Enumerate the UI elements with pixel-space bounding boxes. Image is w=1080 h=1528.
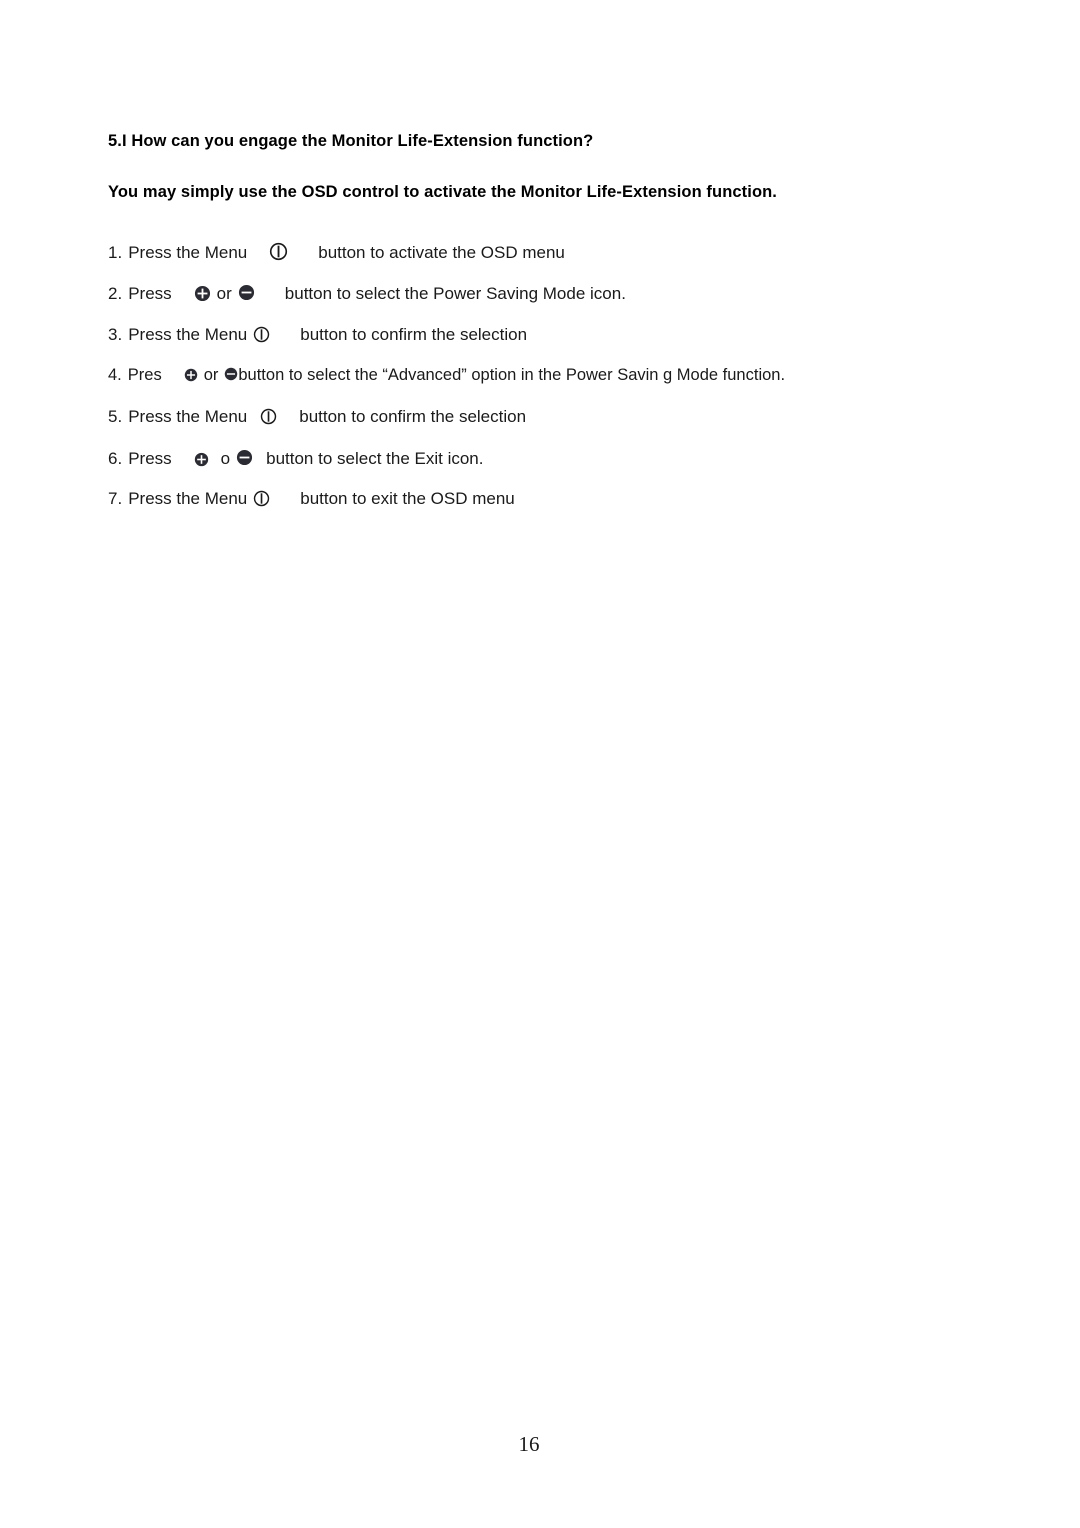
instruction-step: 5. Press the Menu button to confirm the se… <box>108 408 988 428</box>
instruction-steps-list: 1. Press the Menu button to activate the O… <box>108 242 988 510</box>
plus-circle-icon <box>184 368 198 382</box>
step-text-before: Press the Menu <box>128 243 248 262</box>
step-text-after: button to select the “Advanced” option i… <box>238 366 786 384</box>
instruction-step: 4. Pres or button to select the “Advanced” … <box>108 367 988 387</box>
page-number: 16 <box>518 1432 540 1456</box>
step-text-before: Press <box>128 284 172 303</box>
instruction-step: 3. Press the Menu button to confirm the se… <box>108 326 988 346</box>
step-text-before: Press the Menu <box>128 489 248 508</box>
step-number: 1. <box>108 243 123 262</box>
step-text-after: button to exit the OSD menu <box>300 489 515 508</box>
plus-circle-icon <box>194 285 211 302</box>
step-text-after: button to confirm the selection <box>299 407 527 426</box>
step-text-before: Press the Menu <box>128 407 248 426</box>
section-heading: 5.I How can you engage the Monitor Life-… <box>108 132 594 150</box>
menu-power-icon <box>253 490 270 507</box>
step-number: 2. <box>108 284 123 303</box>
step-number: 5. <box>108 407 123 426</box>
menu-power-icon <box>253 326 270 343</box>
instruction-step: 1. Press the Menu button to activate the O… <box>108 242 988 262</box>
step-text-before: Press <box>128 449 172 468</box>
document-page: 5.I How can you engage the Monitor Life-… <box>0 0 1080 1528</box>
minus-circle-icon <box>236 449 253 466</box>
plus-circle-icon <box>194 452 208 467</box>
menu-power-icon <box>269 242 288 261</box>
step-text-after: button to confirm the selection <box>300 325 528 344</box>
instruction-step: 2. Press or button to select the Power Savi… <box>108 284 988 304</box>
step-text-before: Pres <box>127 366 162 384</box>
step-connector: o <box>220 449 231 468</box>
step-text-before: Press the Menu <box>128 325 248 344</box>
menu-power-icon <box>260 408 277 425</box>
instruction-step: 7. Press the Menu button to exit the OSD m… <box>108 490 988 510</box>
step-connector: or <box>216 284 232 303</box>
page-content: 5.I How can you engage the Monitor Life-… <box>108 132 988 510</box>
minus-circle-icon <box>224 367 238 381</box>
step-text-after: button to select the Exit icon. <box>266 449 484 468</box>
step-text-after: button to activate the OSD menu <box>318 243 565 262</box>
step-text-after: button to select the Power Saving Mode i… <box>284 284 626 303</box>
step-connector: or <box>203 366 219 384</box>
instruction-step: 6. Press o button to select the Exit icon. <box>108 449 988 469</box>
intro-heading: You may simply use the OSD control to ac… <box>108 183 777 201</box>
step-number: 6. <box>108 449 123 468</box>
minus-circle-icon <box>238 284 255 301</box>
step-number: 3. <box>108 325 123 344</box>
step-number: 4. <box>108 366 122 384</box>
step-number: 7. <box>108 489 123 508</box>
